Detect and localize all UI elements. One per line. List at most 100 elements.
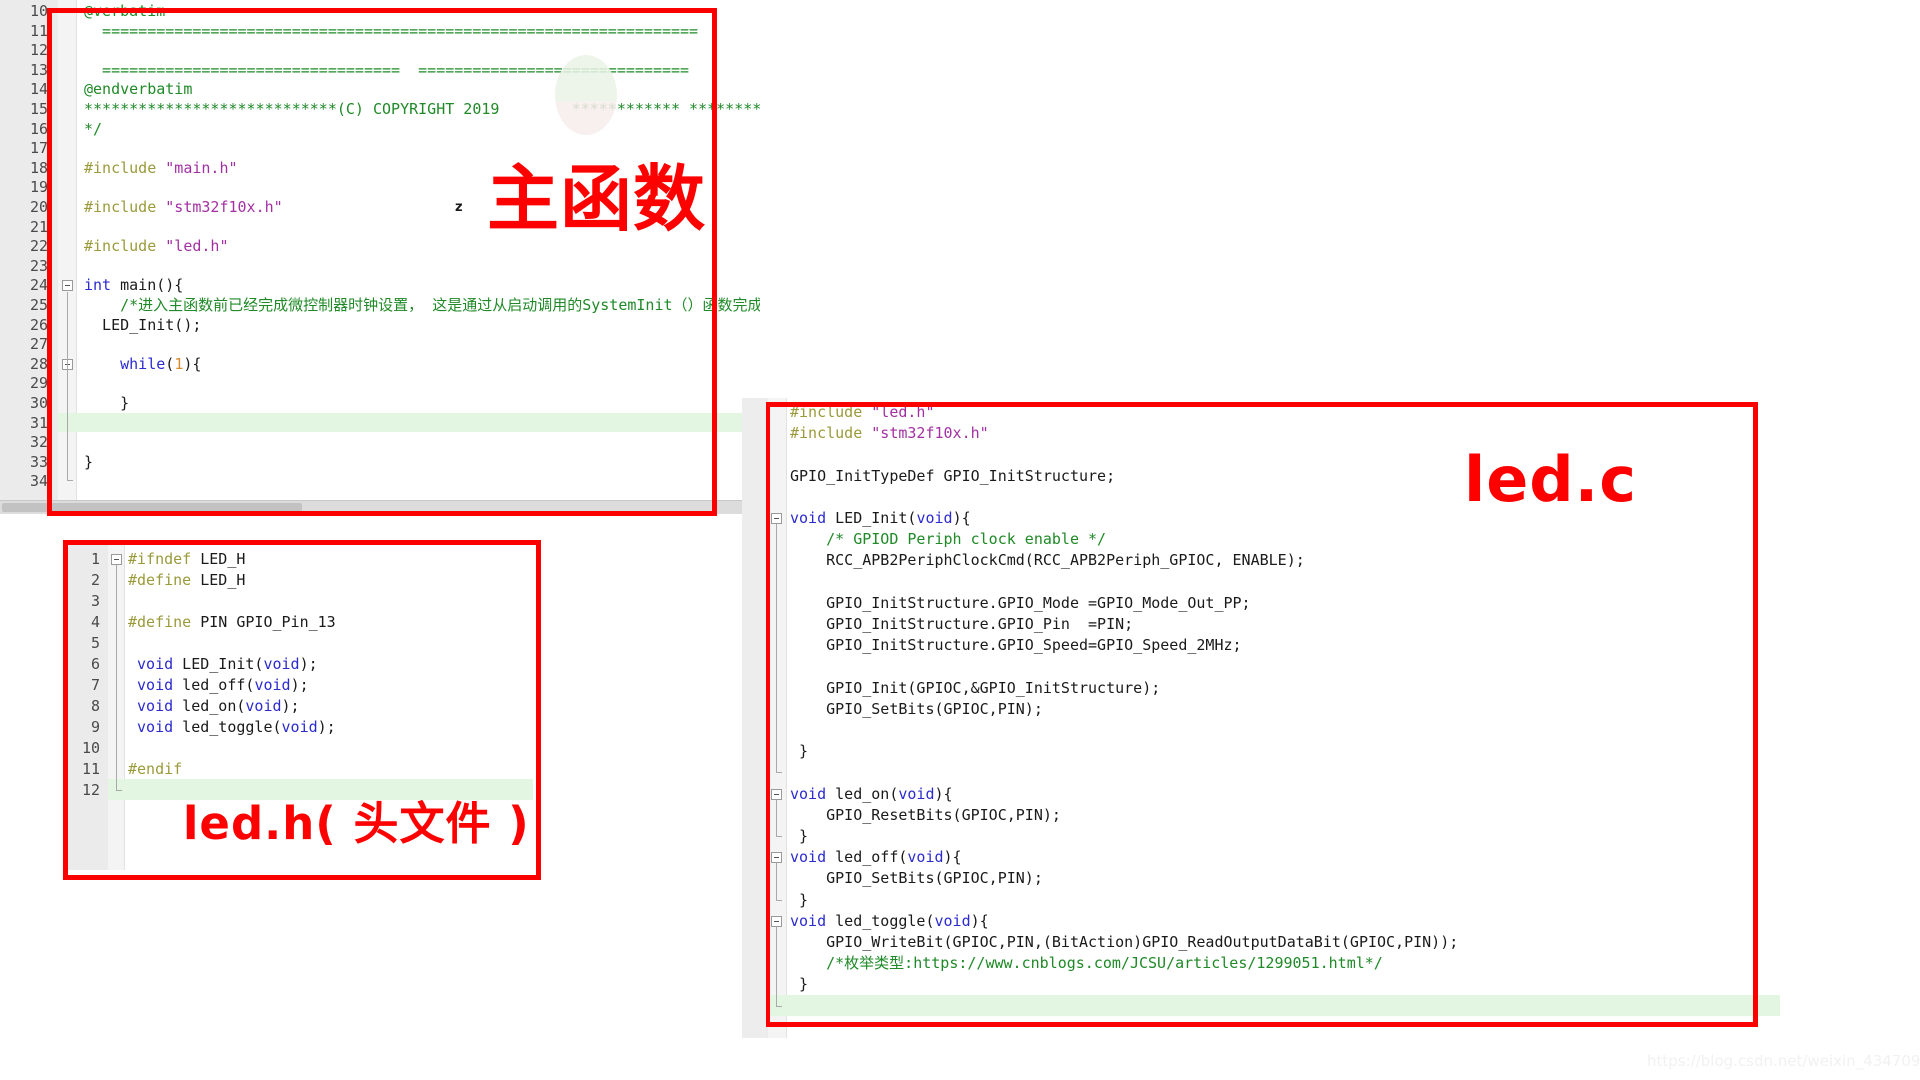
code-line[interactable]: void led_on(void); xyxy=(128,696,300,717)
code-line[interactable]: #include "led.h" xyxy=(790,402,935,423)
code-line[interactable]: #include "main.h" xyxy=(84,159,238,179)
line-number: 12 xyxy=(29,41,48,60)
fold-guide-line xyxy=(116,565,117,790)
code-line[interactable]: void led_on(void){ xyxy=(790,784,953,805)
main-scroll-thumb[interactable] xyxy=(2,503,302,512)
fold-guide-line xyxy=(776,799,777,836)
led-c-annotation: led.c xyxy=(1464,443,1637,516)
code-line[interactable]: #define PIN GPIO_Pin_13 xyxy=(128,612,336,633)
code-line[interactable]: } xyxy=(84,394,129,414)
line-number: 23 xyxy=(29,256,48,275)
code-line[interactable]: GPIO_InitTypeDef GPIO_InitStructure; xyxy=(790,466,1115,487)
code-token: #define xyxy=(128,613,192,631)
fold-collapse-icon[interactable] xyxy=(111,554,122,565)
code-token: led_off( xyxy=(173,676,255,694)
code-token: #include xyxy=(790,403,872,421)
code-line[interactable]: } xyxy=(790,890,808,911)
code-line[interactable]: } xyxy=(790,826,808,847)
code-token: #define xyxy=(128,571,192,589)
code-line[interactable]: void led_off(void); xyxy=(128,675,309,696)
code-line[interactable]: ========================================… xyxy=(84,22,698,42)
code-token: GPIO_SetBits(GPIOC,PIN); xyxy=(790,699,1043,718)
code-line[interactable]: void led_toggle(void); xyxy=(128,717,336,738)
code-token: ); xyxy=(281,697,300,715)
code-token: GPIO_SetBits(GPIOC,PIN); xyxy=(790,869,1043,888)
code-token: LED_H xyxy=(191,550,246,568)
highlighted-line xyxy=(768,994,1780,1016)
code-line[interactable]: #define LED_H xyxy=(128,570,245,591)
code-token: GPIO_ResetBits(GPIOC,PIN); xyxy=(790,805,1061,824)
code-line[interactable]: GPIO_SetBits(GPIOC,PIN); xyxy=(790,868,1043,889)
code-line[interactable]: /*枚举类型:https://www.cnblogs.com/JCSU/arti… xyxy=(790,953,1383,974)
main-horizontal-scrollbar[interactable] xyxy=(0,500,760,514)
code-token: ); xyxy=(290,676,309,694)
code-line[interactable]: ****************************(C) COPYRIGH… xyxy=(84,100,760,120)
code-line[interactable]: while(1){ xyxy=(84,355,201,375)
code-line[interactable]: GPIO_InitStructure.GPIO_Mode =GPIO_Mode_… xyxy=(790,593,1250,614)
code-token: LED_H xyxy=(191,571,246,589)
fold-collapse-icon[interactable] xyxy=(771,788,782,800)
code-line[interactable]: LED_Init(); xyxy=(84,316,201,336)
code-line[interactable]: GPIO_InitStructure.GPIO_Pin =PIN; xyxy=(790,614,1133,635)
fold-guide-foot xyxy=(776,1005,782,1007)
fold-collapse-icon[interactable] xyxy=(771,852,782,864)
line-number: 3 xyxy=(90,592,100,610)
code-line[interactable]: } xyxy=(790,974,808,995)
fold-collapse-icon[interactable] xyxy=(771,513,782,524)
code-line[interactable]: void LED_Init(void){ xyxy=(790,508,971,529)
code-line[interactable]: #ifndef LED_H xyxy=(128,549,245,570)
code-token: LED_Init( xyxy=(826,509,917,527)
line-number: 31 xyxy=(29,413,48,432)
code-token: LED_Init(); xyxy=(84,315,202,334)
code-line[interactable]: @endverbatim xyxy=(84,80,192,100)
fold-guide-foot xyxy=(116,790,122,791)
code-line[interactable]: /*进入主函数前已经完成微控制器时钟设置， 这是通过从启动调用的SystemIn… xyxy=(84,296,760,316)
code-line[interactable]: RCC_APB2PeriphClockCmd(RCC_APB2Periph_GP… xyxy=(790,550,1305,571)
code-token: led_toggle( xyxy=(826,911,935,930)
code-line[interactable]: GPIO_InitStructure.GPIO_Speed=GPIO_Speed… xyxy=(790,635,1241,656)
code-token: void xyxy=(790,784,827,803)
line-number: 4 xyxy=(90,613,100,631)
code-line[interactable]: } xyxy=(790,741,808,762)
main-c-editor-panel[interactable]: 10 @verbatim 11 ==========================… xyxy=(0,0,760,513)
code-line[interactable]: /* GPIOD Periph clock enable */ xyxy=(790,529,1106,550)
code-token: void xyxy=(790,848,827,867)
code-line[interactable]: GPIO_ResetBits(GPIOC,PIN); xyxy=(790,805,1061,826)
code-token: #include xyxy=(84,198,166,216)
fold-guide-line xyxy=(776,524,777,773)
code-line[interactable]: GPIO_Init(GPIOC,&GPIO_InitStructure); xyxy=(790,678,1160,699)
code-line[interactable]: #endif xyxy=(128,759,182,780)
line-number: 8 xyxy=(90,697,100,715)
fold-collapse-icon[interactable] xyxy=(771,915,782,927)
code-line[interactable]: GPIO_SetBits(GPIOC,PIN); xyxy=(790,699,1043,720)
code-line[interactable]: GPIO_WriteBit(GPIOC,PIN,(BitAction)GPIO_… xyxy=(790,932,1458,953)
code-token: void xyxy=(254,676,291,694)
code-line[interactable]: int main(){ xyxy=(84,276,183,296)
main-code-area[interactable]: 10 @verbatim 11 ==========================… xyxy=(0,0,760,513)
fold-guide-line xyxy=(776,863,777,900)
background-editor-strip xyxy=(742,398,766,1038)
code-token: RCC_APB2PeriphClockCmd(RCC_APB2Periph_GP… xyxy=(790,551,1305,570)
code-line[interactable]: @verbatim xyxy=(84,2,165,22)
code-line[interactable]: #include "led.h" xyxy=(84,237,229,257)
line-number: 18 xyxy=(29,158,48,177)
code-line[interactable]: } xyxy=(84,453,93,473)
code-line[interactable]: #include "stm32f10x.h" xyxy=(84,198,283,218)
line-number: 1 xyxy=(90,550,100,568)
code-line[interactable]: #include "stm32f10x.h" xyxy=(790,423,989,444)
line-number: 32 xyxy=(29,433,48,452)
line-number: 17 xyxy=(29,139,48,158)
fold-collapse-icon[interactable] xyxy=(62,280,73,292)
line-number: 13 xyxy=(29,60,48,79)
code-token: ========================================… xyxy=(84,21,699,40)
code-line[interactable]: */ xyxy=(84,120,102,140)
code-token: led_on( xyxy=(826,784,899,803)
code-line[interactable]: void led_off(void){ xyxy=(790,847,962,868)
code-line[interactable]: void led_toggle(void){ xyxy=(790,911,989,932)
code-token: #include xyxy=(84,237,166,256)
code-line[interactable]: void LED_Init(void); xyxy=(128,654,318,675)
code-token: void xyxy=(790,911,827,930)
code-token: ){ xyxy=(183,354,202,373)
